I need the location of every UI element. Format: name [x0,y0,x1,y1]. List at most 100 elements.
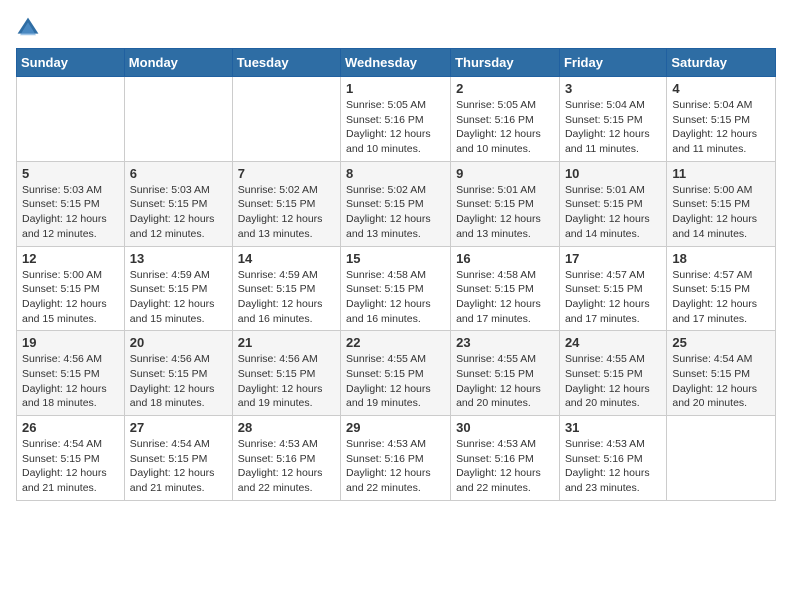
calendar-cell: 6 Sunrise: 5:03 AM Sunset: 5:15 PM Daylig… [124,161,232,246]
day-number: 19 [22,335,119,350]
day-info: Sunrise: 5:00 AM Sunset: 5:15 PM Dayligh… [672,183,770,242]
day-number: 9 [456,166,554,181]
calendar-week-5: 26Sunrise: 4:54 AM Sunset: 5:15 PM Dayli… [17,416,776,501]
calendar-cell: 23 Sunrise: 4:55 AM Sunset: 5:15 PM Dayli… [451,331,560,416]
day-info: Sunrise: 4:55 AM Sunset: 5:15 PM Dayligh… [346,352,445,411]
calendar-cell: 20 Sunrise: 4:56 AM Sunset: 5:15 PM Dayli… [124,331,232,416]
calendar-cell: 26Sunrise: 4:54 AM Sunset: 5:15 PM Dayli… [17,416,125,501]
calendar-cell: 1 Sunrise: 5:05 AM Sunset: 5:16 PM Daylig… [341,77,451,162]
calendar-cell: 8 Sunrise: 5:02 AM Sunset: 5:15 PM Daylig… [341,161,451,246]
day-number: 4 [672,81,770,96]
calendar-header-row: SundayMondayTuesdayWednesdayThursdayFrid… [17,49,776,77]
day-number: 5 [22,166,119,181]
day-info: Sunrise: 4:54 AM Sunset: 5:15 PM Dayligh… [672,352,770,411]
day-info: Sunrise: 4:58 AM Sunset: 5:15 PM Dayligh… [346,268,445,327]
day-number: 30 [456,420,554,435]
calendar-cell: 3 Sunrise: 5:04 AM Sunset: 5:15 PM Daylig… [559,77,666,162]
calendar-cell: 25 Sunrise: 4:54 AM Sunset: 5:15 PM Dayli… [667,331,776,416]
day-number: 15 [346,251,445,266]
calendar-cell: 9Sunrise: 5:01 AM Sunset: 5:15 PM Daylig… [451,161,560,246]
calendar-table: SundayMondayTuesdayWednesdayThursdayFrid… [16,48,776,501]
header-day-friday: Friday [559,49,666,77]
calendar-cell: 27 Sunrise: 4:54 AM Sunset: 5:15 PM Dayli… [124,416,232,501]
logo-icon [16,16,40,40]
day-number: 14 [238,251,335,266]
calendar-week-2: 5 Sunrise: 5:03 AM Sunset: 5:15 PM Daylig… [17,161,776,246]
header-day-monday: Monday [124,49,232,77]
day-number: 13 [130,251,227,266]
calendar-cell: 10Sunrise: 5:01 AM Sunset: 5:15 PM Dayli… [559,161,666,246]
calendar-cell [124,77,232,162]
day-number: 12 [22,251,119,266]
day-number: 25 [672,335,770,350]
day-info: Sunrise: 4:56 AM Sunset: 5:15 PM Dayligh… [130,352,227,411]
day-info: Sunrise: 4:56 AM Sunset: 5:15 PM Dayligh… [238,352,335,411]
day-number: 11 [672,166,770,181]
day-info: Sunrise: 4:54 AM Sunset: 5:15 PM Dayligh… [130,437,227,496]
calendar-cell: 29 Sunrise: 4:53 AM Sunset: 5:16 PM Dayli… [341,416,451,501]
calendar-cell: 13 Sunrise: 4:59 AM Sunset: 5:15 PM Dayli… [124,246,232,331]
day-info: Sunrise: 5:01 AM Sunset: 5:15 PM Dayligh… [565,183,661,242]
header-day-sunday: Sunday [17,49,125,77]
day-info: Sunrise: 5:04 AM Sunset: 5:15 PM Dayligh… [672,98,770,157]
calendar-cell [17,77,125,162]
day-info: Sunrise: 5:02 AM Sunset: 5:15 PM Dayligh… [346,183,445,242]
day-number: 1 [346,81,445,96]
day-info: Sunrise: 4:53 AM Sunset: 5:16 PM Dayligh… [565,437,661,496]
day-number: 18 [672,251,770,266]
day-info: Sunrise: 5:02 AM Sunset: 5:15 PM Dayligh… [238,183,335,242]
day-number: 21 [238,335,335,350]
day-info: Sunrise: 5:04 AM Sunset: 5:15 PM Dayligh… [565,98,661,157]
day-info: Sunrise: 4:55 AM Sunset: 5:15 PM Dayligh… [456,352,554,411]
day-info: Sunrise: 4:53 AM Sunset: 5:16 PM Dayligh… [238,437,335,496]
day-info: Sunrise: 4:56 AM Sunset: 5:15 PM Dayligh… [22,352,119,411]
day-info: Sunrise: 5:03 AM Sunset: 5:15 PM Dayligh… [130,183,227,242]
day-info: Sunrise: 4:59 AM Sunset: 5:15 PM Dayligh… [130,268,227,327]
header-day-saturday: Saturday [667,49,776,77]
calendar-cell: 30 Sunrise: 4:53 AM Sunset: 5:16 PM Dayli… [451,416,560,501]
day-info: Sunrise: 5:00 AM Sunset: 5:15 PM Dayligh… [22,268,119,327]
header-day-tuesday: Tuesday [232,49,340,77]
day-number: 29 [346,420,445,435]
day-info: Sunrise: 4:53 AM Sunset: 5:16 PM Dayligh… [456,437,554,496]
calendar-cell: 28Sunrise: 4:53 AM Sunset: 5:16 PM Dayli… [232,416,340,501]
calendar-week-1: 1 Sunrise: 5:05 AM Sunset: 5:16 PM Daylig… [17,77,776,162]
page-header [16,16,776,40]
day-number: 6 [130,166,227,181]
calendar-cell: 18 Sunrise: 4:57 AM Sunset: 5:15 PM Dayli… [667,246,776,331]
calendar-cell: 16Sunrise: 4:58 AM Sunset: 5:15 PM Dayli… [451,246,560,331]
day-number: 27 [130,420,227,435]
day-number: 22 [346,335,445,350]
day-info: Sunrise: 4:57 AM Sunset: 5:15 PM Dayligh… [565,268,661,327]
day-number: 24 [565,335,661,350]
calendar-cell: 22 Sunrise: 4:55 AM Sunset: 5:15 PM Dayli… [341,331,451,416]
day-number: 3 [565,81,661,96]
calendar-cell [667,416,776,501]
day-number: 7 [238,166,335,181]
day-info: Sunrise: 4:53 AM Sunset: 5:16 PM Dayligh… [346,437,445,496]
day-info: Sunrise: 5:05 AM Sunset: 5:16 PM Dayligh… [346,98,445,157]
day-info: Sunrise: 5:05 AM Sunset: 5:16 PM Dayligh… [456,98,554,157]
calendar-cell [232,77,340,162]
calendar-cell: 2Sunrise: 5:05 AM Sunset: 5:16 PM Daylig… [451,77,560,162]
day-info: Sunrise: 4:58 AM Sunset: 5:15 PM Dayligh… [456,268,554,327]
day-info: Sunrise: 5:03 AM Sunset: 5:15 PM Dayligh… [22,183,119,242]
header-day-wednesday: Wednesday [341,49,451,77]
calendar-cell: 4 Sunrise: 5:04 AM Sunset: 5:15 PM Daylig… [667,77,776,162]
calendar-cell: 17 Sunrise: 4:57 AM Sunset: 5:15 PM Dayli… [559,246,666,331]
day-info: Sunrise: 4:57 AM Sunset: 5:15 PM Dayligh… [672,268,770,327]
calendar-week-4: 19 Sunrise: 4:56 AM Sunset: 5:15 PM Dayli… [17,331,776,416]
calendar-cell: 5 Sunrise: 5:03 AM Sunset: 5:15 PM Daylig… [17,161,125,246]
calendar-cell: 19 Sunrise: 4:56 AM Sunset: 5:15 PM Dayli… [17,331,125,416]
day-number: 23 [456,335,554,350]
day-info: Sunrise: 4:55 AM Sunset: 5:15 PM Dayligh… [565,352,661,411]
calendar-cell: 7 Sunrise: 5:02 AM Sunset: 5:15 PM Daylig… [232,161,340,246]
day-number: 8 [346,166,445,181]
calendar-cell: 14Sunrise: 4:59 AM Sunset: 5:15 PM Dayli… [232,246,340,331]
calendar-cell: 11 Sunrise: 5:00 AM Sunset: 5:15 PM Dayli… [667,161,776,246]
day-number: 20 [130,335,227,350]
calendar-week-3: 12 Sunrise: 5:00 AM Sunset: 5:15 PM Dayli… [17,246,776,331]
day-number: 17 [565,251,661,266]
day-info: Sunrise: 4:54 AM Sunset: 5:15 PM Dayligh… [22,437,119,496]
logo [16,16,44,40]
